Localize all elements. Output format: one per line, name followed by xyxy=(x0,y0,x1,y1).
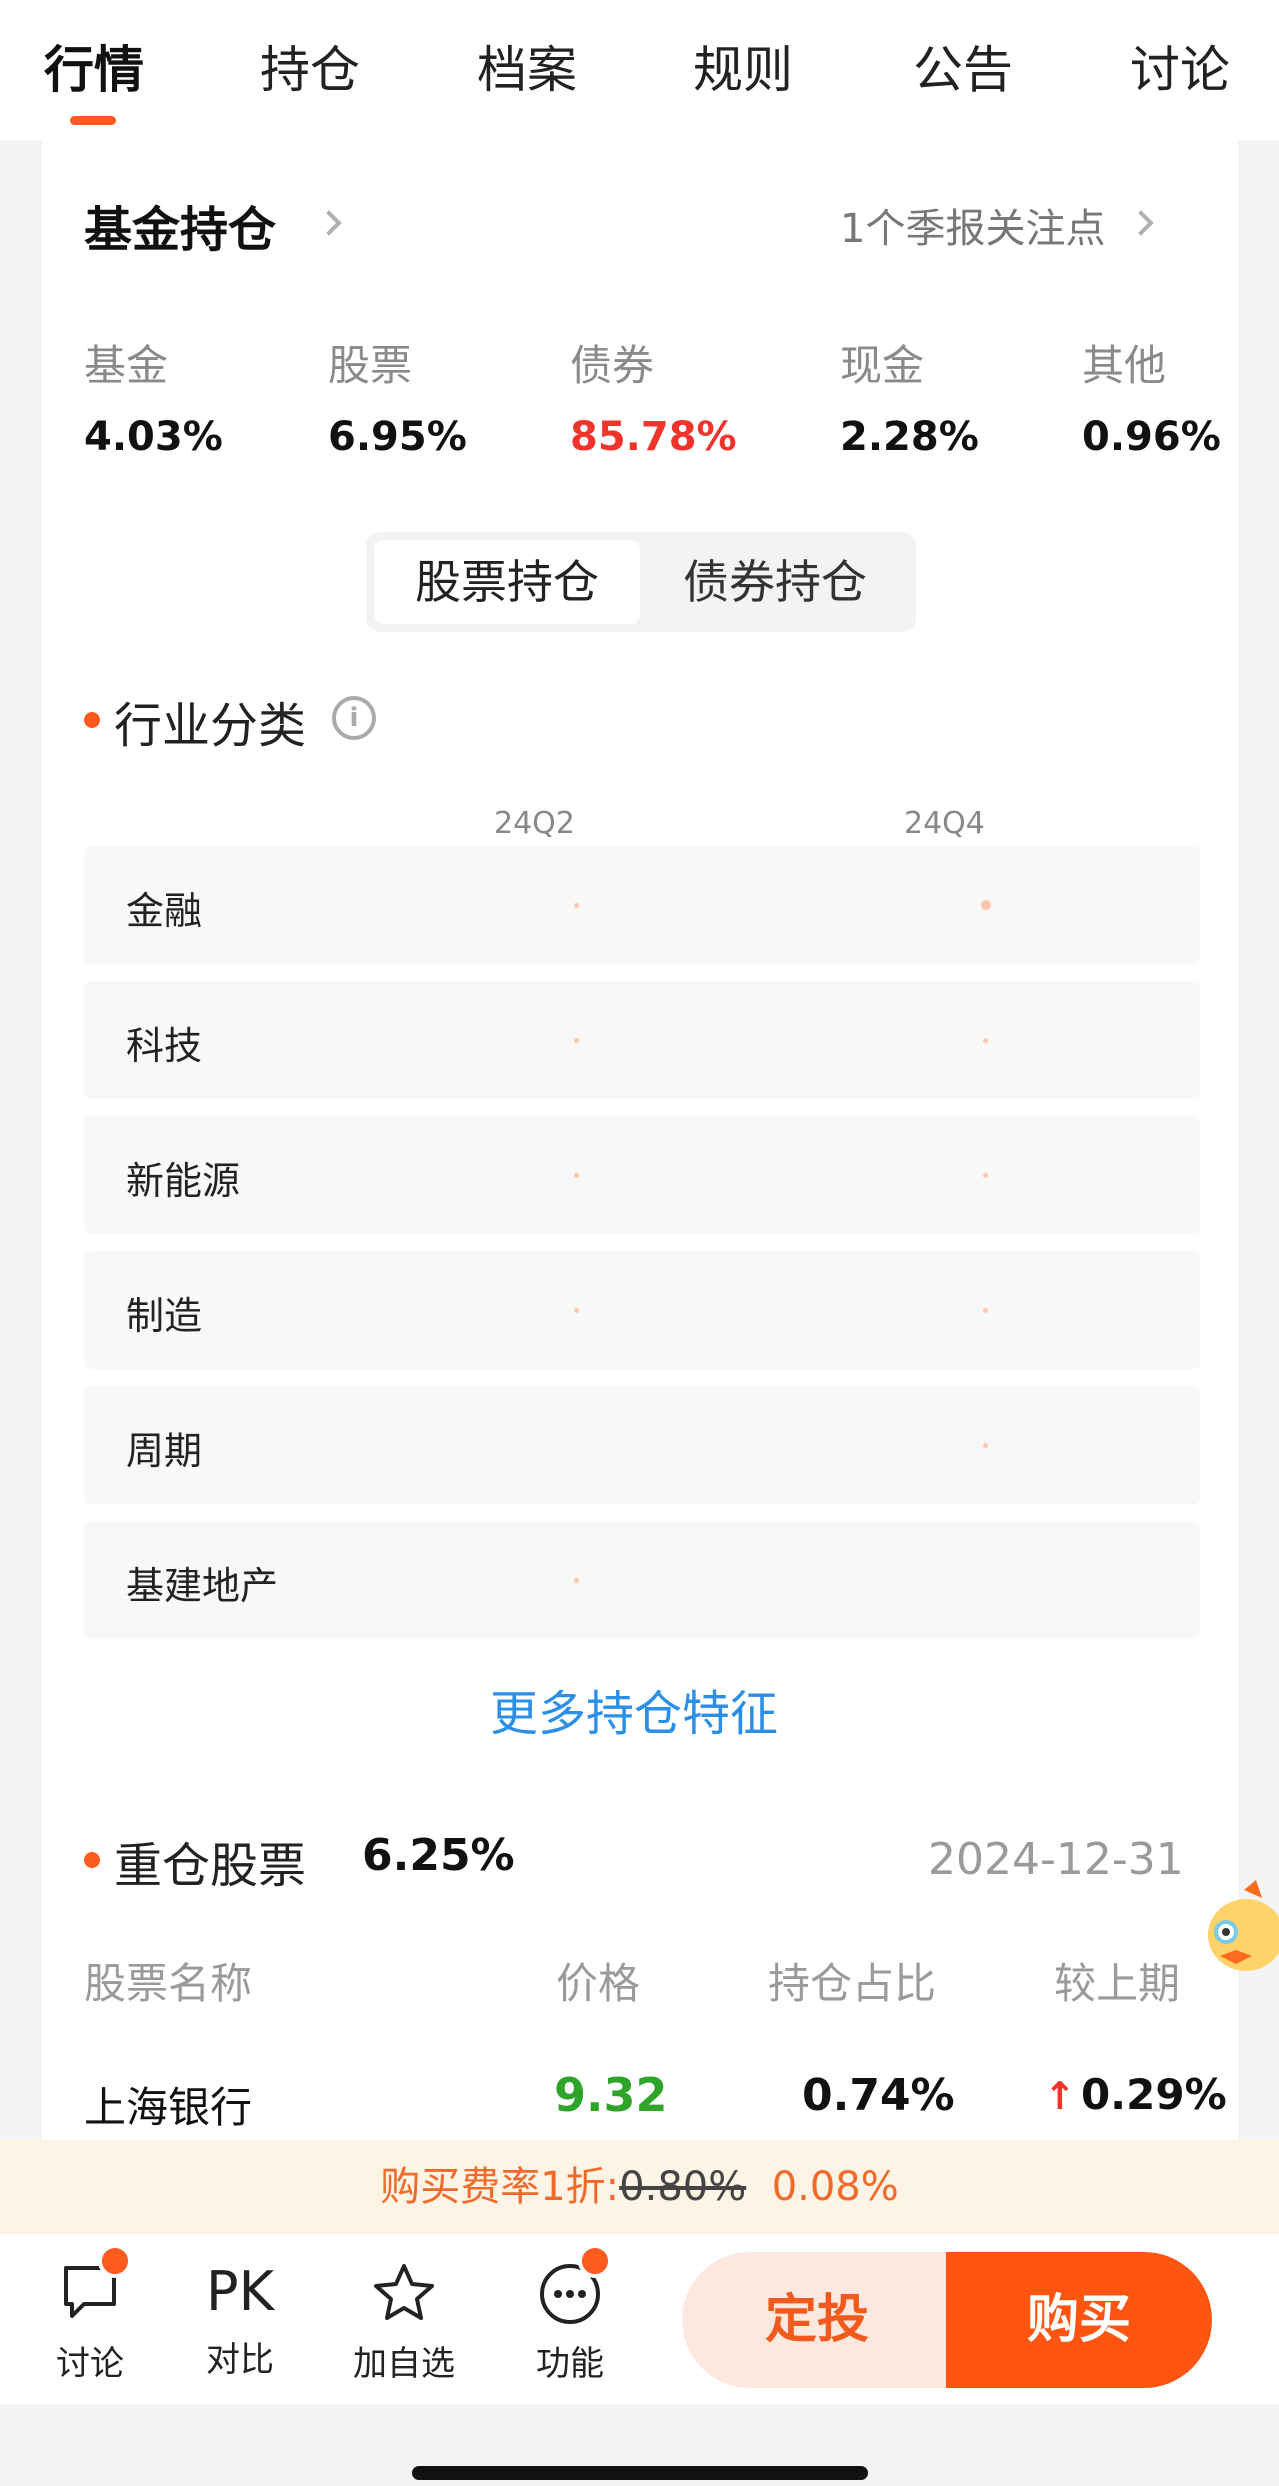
industry-row: 基建地产 xyxy=(84,1521,1200,1639)
col-header-name: 股票名称 xyxy=(84,1959,253,2008)
tab-profile[interactable]: 档案 xyxy=(477,30,577,102)
more-holding-features-link[interactable]: 更多持仓特征 xyxy=(490,1674,778,1744)
marker-24q4 xyxy=(983,1443,988,1448)
tab-market[interactable]: 行情 xyxy=(44,30,144,102)
discuss-label: 讨论 xyxy=(56,2344,124,2384)
marker-24q2 xyxy=(574,1308,579,1313)
industry-row: 金融 xyxy=(84,846,1200,964)
compare-label: 对比 xyxy=(206,2340,274,2380)
marker-24q2 xyxy=(574,1578,579,1583)
chevron-right-icon[interactable] xyxy=(316,210,342,236)
holdings-segment-control: 股票持仓 债券持仓 xyxy=(366,532,916,632)
marker-24q4 xyxy=(983,1308,988,1313)
fund-holdings-title[interactable]: 基金持仓 xyxy=(84,190,276,260)
bottom-action-bar: 讨论 PK 对比 加自选 功能 定投 购买 xyxy=(0,2234,1279,2404)
segment-bond-holdings[interactable]: 债券持仓 xyxy=(642,540,908,624)
alloc-label-bond: 债券 xyxy=(570,341,655,390)
star-icon xyxy=(374,2264,434,2320)
watchlist-label: 加自选 xyxy=(353,2344,455,2384)
notification-badge xyxy=(578,2244,612,2278)
fee-original: 0.80% xyxy=(619,2164,747,2210)
pk-icon: PK xyxy=(206,2260,274,2323)
chevron-right-icon[interactable] xyxy=(1128,210,1154,236)
top-tab-bar: 行情 持仓 档案 规则 公告 讨论 xyxy=(0,0,1279,140)
period-header-24q2: 24Q2 xyxy=(494,806,575,841)
buy-button[interactable]: 购买 xyxy=(946,2252,1212,2388)
fee-banner: 购买费率1折:0.80% 0.08% xyxy=(0,2140,1279,2234)
functions-label: 功能 xyxy=(536,2344,604,2384)
compare-button[interactable]: PK 对比 xyxy=(180,2262,300,2381)
stock-price: 9.32 xyxy=(554,2068,668,2122)
alloc-value-bond: 85.78% xyxy=(570,414,737,460)
industry-label: 基建地产 xyxy=(126,1564,279,1608)
industry-label: 科技 xyxy=(126,1024,203,1068)
col-header-price: 价格 xyxy=(556,1959,641,2008)
top-holdings-title: 重仓股票 xyxy=(114,1838,307,1894)
marker-24q2 xyxy=(574,903,579,908)
stock-name[interactable]: 上海银行 xyxy=(84,2074,252,2135)
top-holdings-pct: 6.25% xyxy=(362,1830,515,1881)
stock-change: ↑ 0.29% xyxy=(1044,2070,1227,2119)
alloc-label-stock: 股票 xyxy=(328,341,413,390)
alloc-label-other: 其他 xyxy=(1082,341,1167,390)
marker-24q2 xyxy=(574,1173,579,1178)
industry-row: 周期 xyxy=(84,1386,1200,1504)
marker-24q2 xyxy=(574,1038,579,1043)
holdings-card: 基金持仓 1个季报关注点 基金 4.03% 股票 6.95% 债券 85.78%… xyxy=(42,140,1238,2140)
industry-label: 制造 xyxy=(126,1294,203,1338)
section-dot xyxy=(84,712,100,728)
industry-row: 新能源 xyxy=(84,1116,1200,1234)
stock-change-value: 0.29% xyxy=(1080,2070,1227,2119)
alloc-value-stock: 6.95% xyxy=(328,414,467,460)
add-watchlist-button[interactable]: 加自选 xyxy=(344,2262,464,2385)
info-icon[interactable]: i xyxy=(332,696,376,740)
notification-badge xyxy=(98,2244,132,2278)
active-tab-indicator xyxy=(70,116,116,125)
tab-holdings[interactable]: 持仓 xyxy=(260,30,360,102)
industry-label: 周期 xyxy=(126,1429,203,1473)
fee-discounted: 0.08% xyxy=(771,2164,899,2210)
period-header-24q4: 24Q4 xyxy=(904,806,985,841)
tab-discussion[interactable]: 讨论 xyxy=(1130,30,1230,102)
section-dot xyxy=(84,1852,100,1868)
industry-row: 科技 xyxy=(84,981,1200,1099)
auto-invest-button[interactable]: 定投 xyxy=(682,2252,952,2388)
alloc-value-cash: 2.28% xyxy=(840,414,979,460)
stock-ratio: 0.74% xyxy=(802,2070,955,2121)
report-date: 2024-12-31 xyxy=(928,1834,1184,1885)
assistant-mascot-icon[interactable] xyxy=(1204,1880,1279,1990)
col-header-ratio: 持仓占比 xyxy=(768,1959,937,2008)
marker-24q4 xyxy=(981,900,991,910)
alloc-value-fund: 4.03% xyxy=(84,414,223,460)
marker-24q4 xyxy=(983,1038,988,1043)
discuss-button[interactable]: 讨论 xyxy=(30,2262,150,2385)
fee-prefix: 购买费率1折: xyxy=(380,2164,620,2210)
quarter-note-link[interactable]: 1个季报关注点 xyxy=(840,196,1105,254)
alloc-value-other: 0.96% xyxy=(1082,414,1221,460)
arrow-up-icon: ↑ xyxy=(1044,2074,1076,2118)
industry-label: 金融 xyxy=(126,889,203,933)
alloc-label-cash: 现金 xyxy=(840,341,925,390)
industry-label: 新能源 xyxy=(126,1159,241,1203)
industry-title: 行业分类 xyxy=(114,698,307,754)
marker-24q4 xyxy=(983,1173,988,1178)
industry-row: 制造 xyxy=(84,1251,1200,1369)
col-header-change: 较上期 xyxy=(1054,1959,1181,2008)
functions-button[interactable]: 功能 xyxy=(510,2262,630,2385)
segment-stock-holdings[interactable]: 股票持仓 xyxy=(374,540,640,624)
tab-announcements[interactable]: 公告 xyxy=(913,30,1013,102)
home-indicator xyxy=(412,2466,868,2480)
tab-rules[interactable]: 规则 xyxy=(693,30,793,102)
alloc-label-fund: 基金 xyxy=(84,341,169,390)
